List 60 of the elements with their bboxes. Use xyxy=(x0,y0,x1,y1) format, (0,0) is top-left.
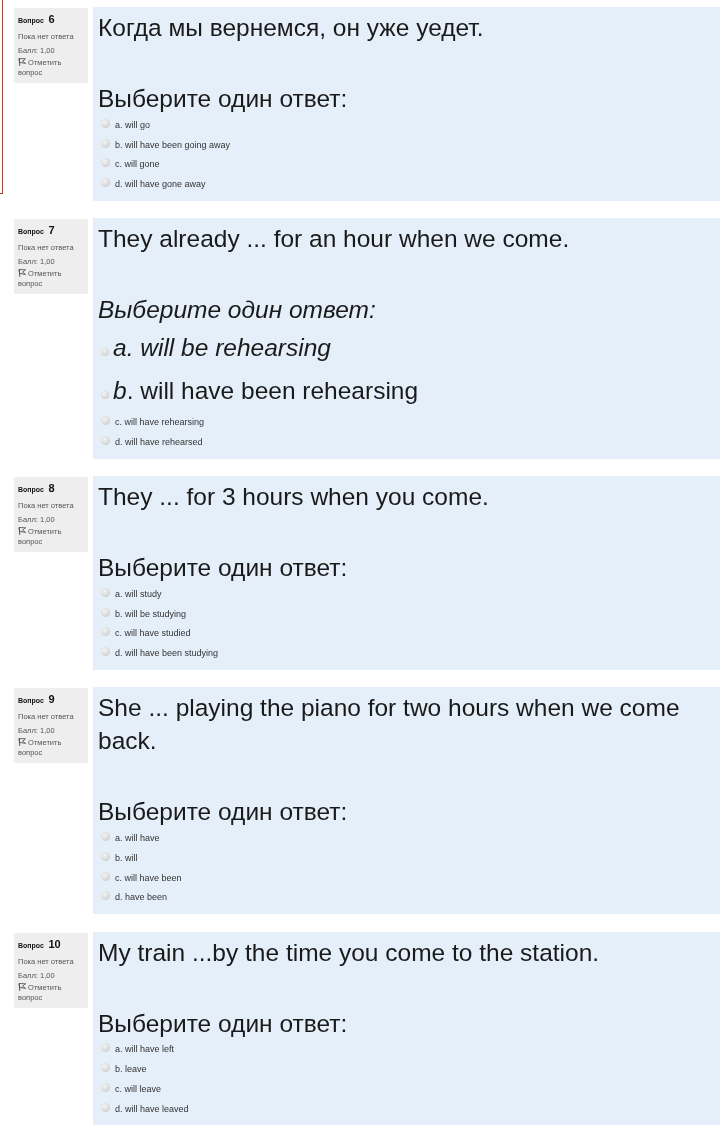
flag-icon xyxy=(18,527,26,536)
answer-prompt: Выберите один ответ: xyxy=(98,1008,349,1039)
radio-button[interactable] xyxy=(101,347,109,356)
radio-button[interactable] xyxy=(101,627,110,637)
question-number: 9 xyxy=(48,693,55,706)
answer-option[interactable]: a. will have left xyxy=(98,1039,710,1060)
answer-option[interactable]: d. will have leaved xyxy=(98,1098,710,1119)
answer-prompt: Выберите один ответ: xyxy=(98,797,349,828)
answer-option[interactable]: c. will have studied xyxy=(98,623,710,644)
question-number: 7 xyxy=(48,224,55,237)
question-number: 8 xyxy=(48,482,55,495)
radio-button[interactable] xyxy=(101,891,110,901)
question-text: She ... playing the piano for two hours when we come back. xyxy=(98,693,681,757)
question-text: They ... for 3 hours when you come. xyxy=(98,482,490,513)
radio-button[interactable] xyxy=(101,1043,110,1053)
answer-option[interactable]: a. will be rehearsing xyxy=(98,326,710,370)
radio-button[interactable] xyxy=(101,416,110,426)
answer-option[interactable]: d. will have gone away xyxy=(98,174,710,194)
radio-button[interactable] xyxy=(101,177,110,187)
answer-option[interactable]: c. will have been xyxy=(98,867,710,888)
answer-option[interactable]: d. have been xyxy=(98,887,710,908)
answer-prompt: Выберите один ответ: xyxy=(98,84,349,114)
answer-option[interactable]: b. leave xyxy=(98,1059,710,1079)
answer-option[interactable]: c. will gone xyxy=(98,154,710,175)
flag-icon xyxy=(18,58,26,66)
radio-button[interactable] xyxy=(101,435,110,445)
radio-button[interactable] xyxy=(101,851,110,861)
question-number: 6 xyxy=(48,13,55,25)
radio-button[interactable] xyxy=(101,607,110,617)
answer-option[interactable]: c. will leave xyxy=(98,1079,710,1099)
radio-button[interactable] xyxy=(101,138,110,148)
radio-button[interactable] xyxy=(101,390,109,399)
flag-icon xyxy=(18,269,26,278)
flag-icon xyxy=(18,738,26,747)
radio-button[interactable] xyxy=(101,118,110,128)
radio-button[interactable] xyxy=(101,1063,110,1073)
radio-button[interactable] xyxy=(101,587,110,597)
answer-option[interactable]: b. will xyxy=(98,848,710,868)
flag-icon xyxy=(18,982,26,991)
answer-option[interactable]: d. will have rehearsed xyxy=(98,431,710,452)
answer-option[interactable]: a. will go xyxy=(98,115,710,135)
answer-option[interactable]: b. will be studying xyxy=(98,603,710,624)
answer-option[interactable]: b. will have been rehearsing xyxy=(98,369,710,413)
radio-button[interactable] xyxy=(101,871,110,881)
question-number: 10 xyxy=(48,937,61,950)
radio-button[interactable] xyxy=(101,158,110,168)
question-text: My train ...by the time you come to the station. xyxy=(98,937,601,968)
question-text: Когда мы вернемся, он уже уедет. xyxy=(98,13,485,43)
radio-button[interactable] xyxy=(101,647,110,657)
radio-button[interactable] xyxy=(101,1102,110,1112)
question-text: They already ... for an hour when we come. xyxy=(98,224,571,255)
answer-option[interactable]: a. will study xyxy=(98,584,710,604)
answer-prompt: Выберите один ответ: xyxy=(98,295,377,326)
radio-button[interactable] xyxy=(101,832,110,842)
answer-option[interactable]: c. will have rehearsing xyxy=(98,412,710,432)
answer-option[interactable]: a. will have xyxy=(98,828,710,849)
answer-option[interactable]: d. will have been studying xyxy=(98,643,710,663)
radio-button[interactable] xyxy=(101,1082,110,1092)
answer-option[interactable]: b. will have been going away xyxy=(98,134,710,155)
answer-prompt: Выберите один ответ: xyxy=(98,553,349,584)
